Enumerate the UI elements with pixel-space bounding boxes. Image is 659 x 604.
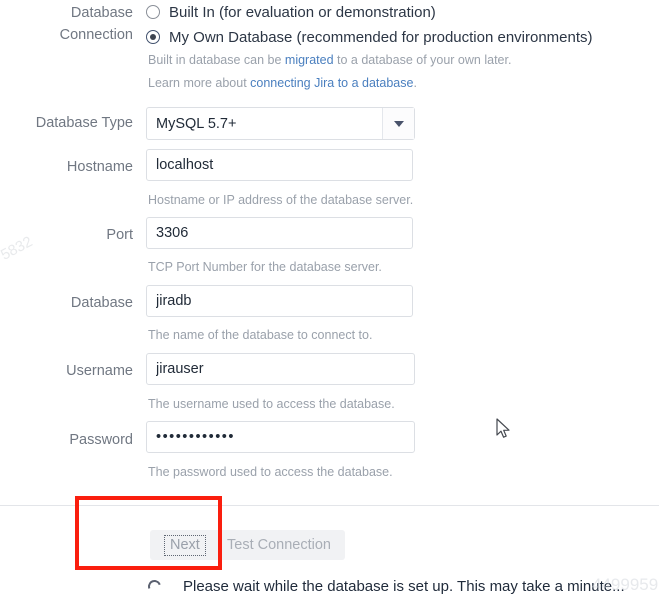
radio-option-my-own-database[interactable]: My Own Database (recommended for product…	[146, 26, 593, 48]
database-input[interactable]	[146, 285, 413, 317]
port-label: Port	[106, 227, 133, 243]
chevron-down-icon	[393, 120, 404, 127]
next-button-label: Next	[164, 534, 206, 556]
database-type-label: Database Type	[35, 115, 133, 131]
hostname-hint: Hostname or IP address of the database s…	[148, 193, 414, 207]
hint-learnmore-before: Learn more about	[148, 76, 251, 90]
port-input[interactable]	[146, 217, 413, 249]
database-hint: The name of the database to connect to.	[148, 328, 373, 342]
database-connection-label-line2: Connection	[59, 27, 133, 43]
hint-migrate-after: to a database of your own later.	[333, 53, 512, 67]
hint-learnmore-after: .	[413, 76, 417, 90]
database-label: Database	[70, 295, 133, 311]
radio-myowndb-icon[interactable]	[146, 30, 160, 44]
setup-status: Please wait while the database is set up…	[145, 577, 625, 596]
database-type-selected-value: MySQL 5.7+	[156, 115, 237, 132]
username-label: Username	[66, 363, 133, 379]
port-hint: TCP Port Number for the database server.	[148, 260, 382, 274]
radio-builtin-label: Built In (for evaluation or demonstratio…	[169, 3, 436, 21]
learn-more-hint: Learn more about connecting Jira to a da…	[148, 75, 417, 91]
setup-status-message: Please wait while the database is set up…	[183, 578, 625, 595]
username-input[interactable]	[146, 353, 415, 385]
footer-divider	[0, 505, 659, 506]
next-button[interactable]: Next	[150, 530, 220, 560]
hostname-input[interactable]	[146, 149, 413, 181]
database-type-dropdown-button[interactable]	[382, 108, 414, 139]
radio-builtin-icon[interactable]	[146, 5, 160, 19]
test-connection-button[interactable]: Test Connection	[213, 530, 345, 560]
database-connection-label-line1: Database	[70, 5, 133, 21]
builtin-migrate-hint: Built in database can be migrated to a d…	[148, 52, 511, 68]
connecting-jira-to-database-link[interactable]: connecting Jira to a database	[250, 76, 413, 90]
hint-migrate-before: Built in database can be	[148, 53, 285, 67]
mouse-pointer-icon	[496, 418, 510, 438]
radio-option-built-in[interactable]: Built In (for evaluation or demonstratio…	[146, 1, 436, 23]
password-hint: The password used to access the database…	[148, 465, 393, 479]
password-label: Password	[69, 432, 133, 448]
username-hint: The username used to access the database…	[148, 397, 395, 411]
hostname-label: Hostname	[66, 159, 133, 175]
password-input[interactable]	[146, 421, 415, 453]
migrated-link[interactable]: migrated	[285, 53, 334, 67]
jira-database-setup-page: Database Connection Built In (for evalua…	[0, 0, 659, 604]
radio-myowndb-label: My Own Database (recommended for product…	[169, 28, 593, 46]
spinner-icon	[145, 577, 164, 596]
database-type-select[interactable]: MySQL 5.7+	[146, 107, 415, 140]
test-connection-button-label: Test Connection	[227, 537, 331, 553]
